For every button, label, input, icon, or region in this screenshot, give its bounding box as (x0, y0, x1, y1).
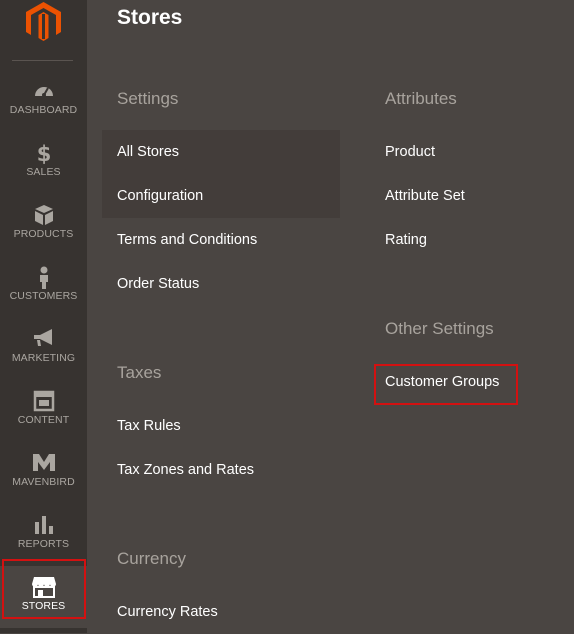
link-product[interactable]: Product (370, 130, 570, 174)
link-tax-zones-and-rates[interactable]: Tax Zones and Rates (102, 448, 340, 492)
admin-sidebar: DASHBOARD $ SALES PRODUCTS CUSTOMERS MAR… (0, 0, 87, 633)
link-rating[interactable]: Rating (370, 218, 570, 262)
sidebar-item-marketing[interactable]: MARKETING (0, 318, 87, 380)
store-icon (0, 576, 87, 600)
link-terms-and-conditions[interactable]: Terms and Conditions (102, 218, 340, 262)
link-currency-rates[interactable]: Currency Rates (102, 590, 340, 634)
section-title-other-settings: Other Settings (385, 319, 494, 338)
sidebar-item-label: SALES (26, 166, 61, 178)
sidebar-item-reports[interactable]: REPORTS (0, 504, 87, 566)
magento-logo[interactable] (0, 0, 87, 60)
link-order-status[interactable]: Order Status (102, 262, 340, 306)
sidebar-item-sales[interactable]: $ SALES (0, 132, 87, 194)
link-all-stores[interactable]: All Stores (102, 130, 340, 174)
sidebar-item-label: MAVENBIRD (12, 476, 75, 488)
sidebar-item-customers[interactable]: CUSTOMERS (0, 256, 87, 318)
link-tax-rules[interactable]: Tax Rules (102, 404, 340, 448)
person-icon (0, 266, 87, 290)
bar-chart-icon (0, 514, 87, 538)
sidebar-item-products[interactable]: PRODUCTS (0, 194, 87, 256)
sidebar-item-label: CUSTOMERS (9, 290, 78, 302)
sidebar-item-stores[interactable]: STORES (0, 566, 87, 628)
sidebar-item-label: REPORTS (17, 538, 70, 550)
sidebar-item-label: PRODUCTS (13, 228, 74, 240)
sidebar-item-label: MARKETING (11, 352, 76, 364)
box-icon (0, 204, 87, 228)
sidebar-item-label: CONTENT (17, 414, 70, 426)
section-title-taxes: Taxes (117, 363, 162, 382)
dashboard-icon (0, 80, 87, 104)
dollar-icon: $ (0, 142, 87, 166)
layout-icon (0, 390, 87, 414)
sidebar-item-mavenbird[interactable]: MAVENBIRD (0, 442, 87, 504)
sidebar-item-label: STORES (21, 600, 66, 612)
link-customer-groups[interactable]: Customer Groups (370, 360, 570, 404)
link-attribute-set[interactable]: Attribute Set (370, 174, 570, 218)
link-configuration[interactable]: Configuration (102, 174, 340, 218)
sidebar-item-content[interactable]: CONTENT (0, 380, 87, 442)
sidebar-item-label: DASHBOARD (9, 104, 78, 116)
svg-text:$: $ (36, 142, 51, 164)
page-title: Stores (117, 6, 183, 29)
mavenbird-icon (0, 452, 87, 476)
megaphone-icon (0, 328, 87, 352)
section-title-currency: Currency (117, 549, 186, 568)
sidebar-item-dashboard[interactable]: DASHBOARD (0, 70, 87, 132)
sidebar-divider (12, 60, 73, 61)
section-title-settings: Settings (117, 89, 179, 108)
magento-logo-icon (26, 2, 61, 41)
section-title-attributes: Attributes (385, 89, 457, 108)
